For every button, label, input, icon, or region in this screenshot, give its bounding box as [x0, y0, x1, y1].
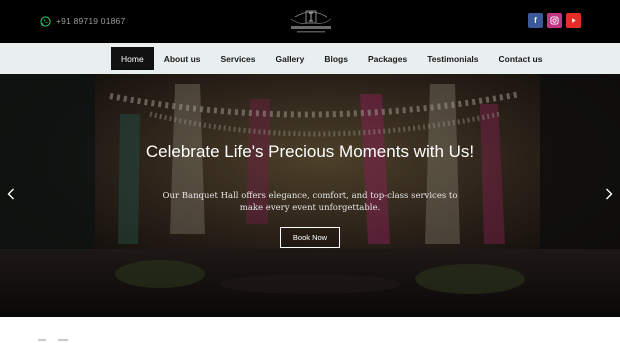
nav-about-us[interactable]: About us	[154, 47, 211, 70]
whatsapp-icon	[40, 15, 51, 27]
social-links: f	[528, 13, 581, 28]
hero-title: Celebrate Life's Precious Moments with U…	[145, 142, 475, 161]
nav-contact-us[interactable]: Contact us	[489, 47, 553, 70]
phone-number: +91 89719 01867	[56, 16, 126, 26]
chevron-left-icon[interactable]	[7, 188, 15, 202]
banquet-crest-logo[interactable]	[285, 5, 337, 35]
nav-blogs[interactable]: Blogs	[314, 47, 358, 70]
section-heading-fragment	[38, 339, 68, 341]
phone-contact[interactable]: +91 89719 01867	[40, 14, 125, 28]
facebook-icon[interactable]: f	[528, 13, 543, 28]
book-now-button[interactable]: Book Now	[280, 227, 340, 248]
hero-slider: Celebrate Life's Precious Moments with U…	[0, 74, 620, 317]
chevron-right-icon[interactable]	[605, 188, 613, 202]
nav-gallery[interactable]: Gallery	[266, 47, 315, 70]
instagram-icon[interactable]	[547, 13, 562, 28]
nav-home[interactable]: Home	[111, 47, 154, 70]
nav-testimonials[interactable]: Testimonials	[417, 47, 488, 70]
main-navigation: Home About us Services Gallery Blogs Pac…	[0, 43, 620, 74]
nav-services[interactable]: Services	[211, 47, 266, 70]
nav-menu: Home About us Services Gallery Blogs Pac…	[111, 47, 552, 70]
next-section	[0, 317, 620, 343]
hero-subtitle: Our Banquet Hall offers elegance, comfor…	[162, 191, 458, 213]
nav-packages[interactable]: Packages	[358, 47, 417, 70]
youtube-icon[interactable]	[566, 13, 581, 28]
top-bar: +91 89719 01867 f	[0, 0, 620, 43]
